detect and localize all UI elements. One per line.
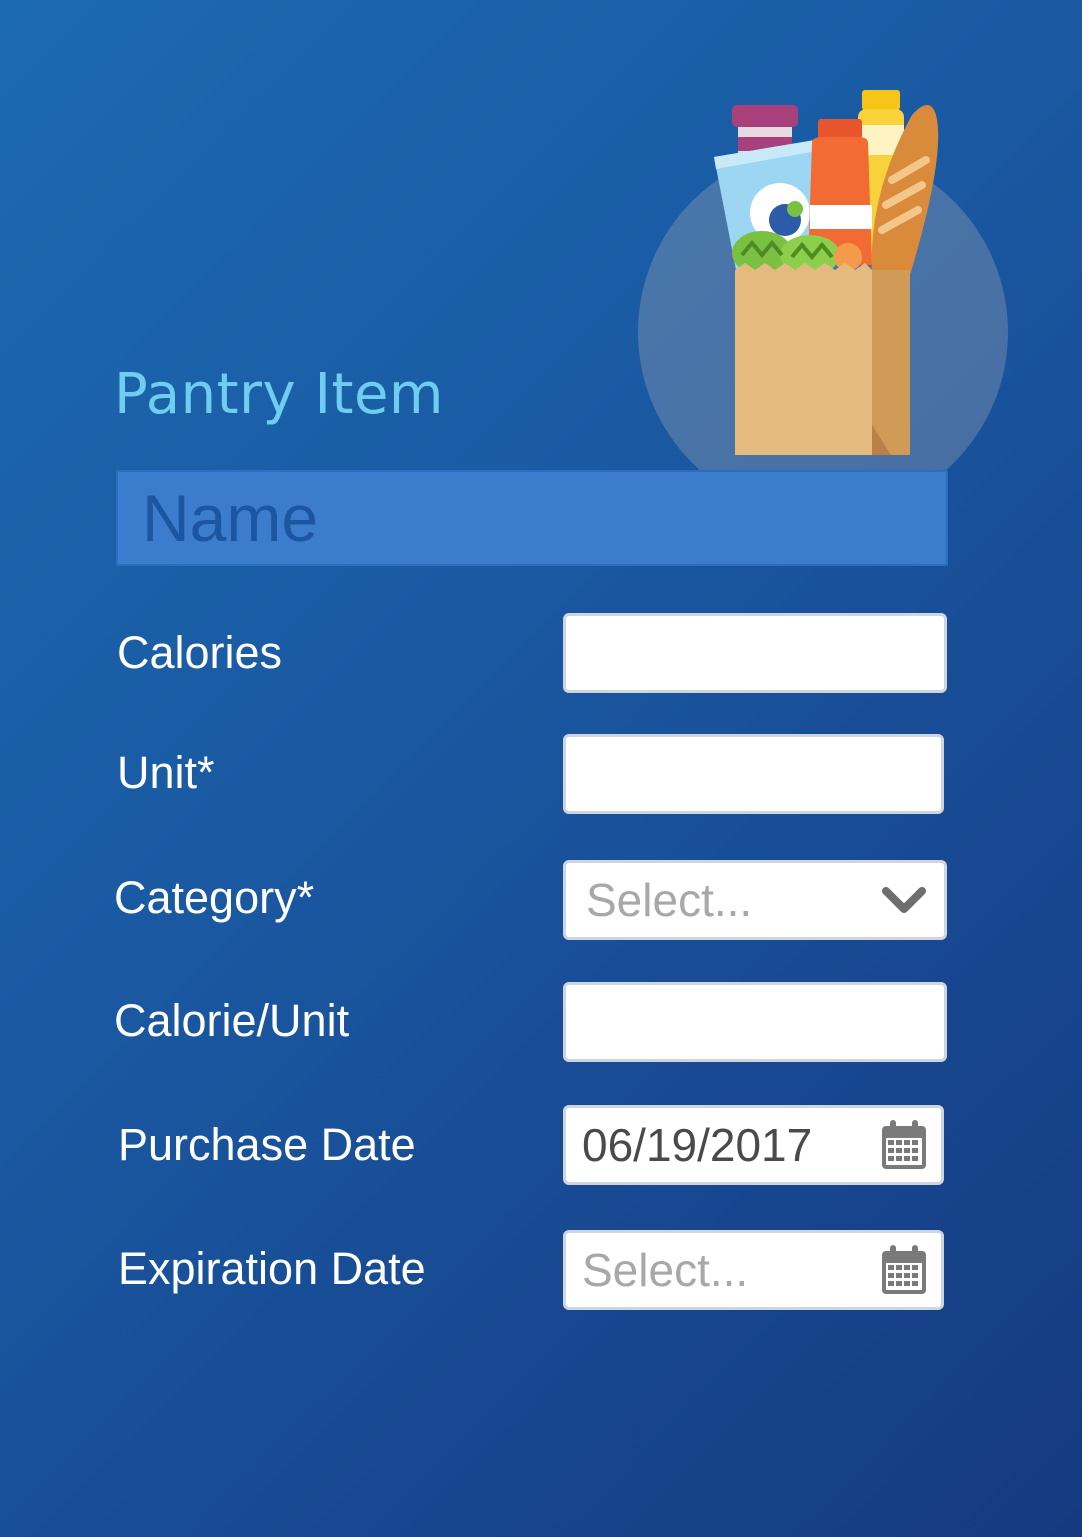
category-select[interactable]: Select...: [563, 860, 947, 940]
calendar-icon[interactable]: [879, 1243, 929, 1297]
form-title: Pantry Item: [114, 362, 444, 427]
chevron-down-icon: [882, 887, 926, 913]
calorie-unit-input[interactable]: [563, 982, 947, 1062]
unit-input[interactable]: [563, 734, 944, 814]
expiration-date-label: Expiration Date: [118, 1243, 426, 1294]
expiration-date-input[interactable]: Select...: [563, 1230, 944, 1310]
name-placeholder: Name: [142, 481, 319, 555]
calories-input[interactable]: [563, 613, 947, 693]
purchase-date-label: Purchase Date: [118, 1119, 416, 1170]
expiration-date-placeholder: Select...: [582, 1244, 749, 1296]
calendar-icon[interactable]: [879, 1118, 929, 1172]
category-placeholder: Select...: [586, 874, 753, 926]
calorie-unit-label: Calorie/Unit: [114, 995, 350, 1046]
unit-label: Unit*: [117, 747, 215, 798]
pantry-item-screen: Pantry Item Name Calories Unit* Category…: [0, 0, 1082, 1537]
name-input[interactable]: Name: [116, 470, 948, 566]
purchase-date-value: 06/19/2017: [582, 1119, 813, 1171]
category-label: Category*: [114, 872, 315, 923]
grocery-bag-icon: [714, 90, 939, 455]
calories-label: Calories: [117, 627, 283, 678]
purchase-date-input[interactable]: 06/19/2017: [563, 1105, 944, 1185]
